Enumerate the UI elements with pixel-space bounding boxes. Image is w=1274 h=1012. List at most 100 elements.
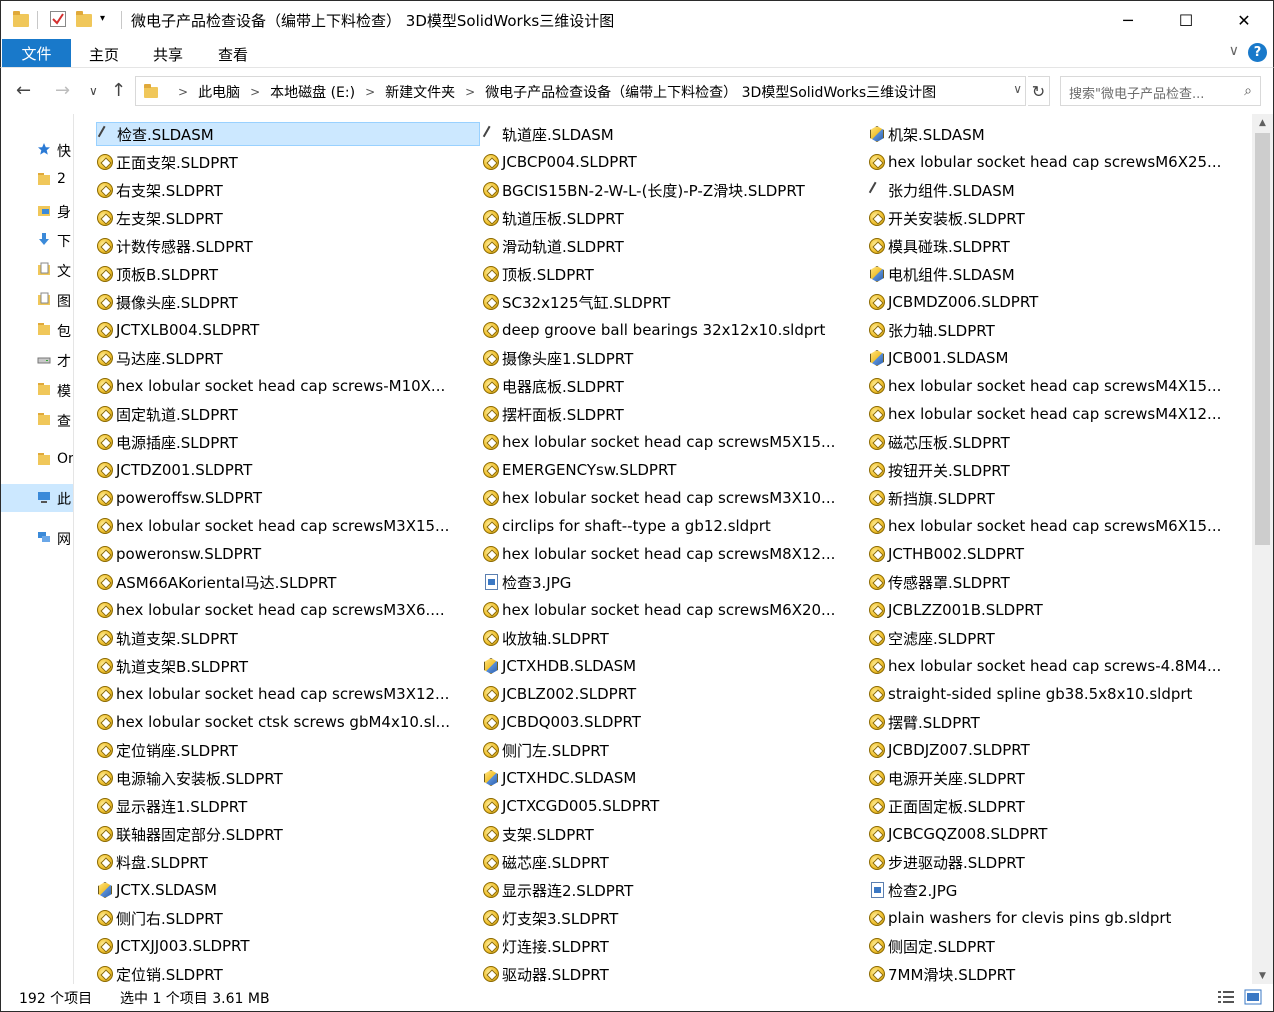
file-item[interactable]: 轨道支架.SLDPRT [96, 626, 238, 650]
file-item[interactable]: JCBLZZ001B.SLDPRT [868, 598, 1043, 622]
file-item[interactable]: 电源输入安装板.SLDPRT [96, 766, 283, 790]
file-item[interactable]: 灯连接.SLDPRT [482, 934, 609, 958]
search-input[interactable]: 搜索"微电子产品检查... ⌕ [1060, 76, 1261, 106]
sidebar-item[interactable]: 文 [1, 256, 73, 284]
file-item[interactable]: 固定轨道.SLDPRT [96, 402, 238, 426]
maximize-button[interactable]: ☐ [1157, 1, 1215, 39]
tab-view[interactable]: 查看 [218, 44, 248, 65]
sidebar-item[interactable]: 下 [1, 226, 73, 254]
file-item[interactable]: 摄像头座.SLDPRT [96, 290, 238, 314]
file-item[interactable]: 张力轴.SLDPRT [868, 318, 995, 342]
file-item[interactable]: hex lobular socket head cap screwsM3X15.… [96, 514, 449, 538]
file-item[interactable]: 磁芯座.SLDPRT [482, 850, 609, 874]
file-item[interactable]: JCBCP004.SLDPRT [482, 150, 637, 174]
file-item[interactable]: 马达座.SLDPRT [96, 346, 223, 370]
file-item[interactable]: 侧门右.SLDPRT [96, 906, 223, 930]
file-item[interactable]: 顶板.SLDPRT [482, 262, 594, 286]
file-item[interactable]: 张力组件.SLDASM [868, 178, 1015, 202]
help-icon[interactable]: ? [1248, 43, 1267, 62]
expand-ribbon-icon[interactable]: ∨ [1229, 43, 1239, 59]
file-item[interactable]: 滑动轨道.SLDPRT [482, 234, 624, 258]
breadcrumb-drive-e[interactable]: 本地磁盘 (E:) [270, 82, 355, 102]
chevron-right-icon[interactable]: > [465, 85, 475, 99]
file-item[interactable]: hex lobular socket head cap screwsM4X15.… [868, 374, 1221, 398]
file-item[interactable]: EMERGENCYsw.SLDPRT [482, 458, 676, 482]
file-item[interactable]: 右支架.SLDPRT [96, 178, 223, 202]
file-item[interactable]: hex lobular socket head cap screwsM3X12.… [96, 682, 449, 706]
file-item[interactable]: 开关安装板.SLDPRT [868, 206, 1025, 230]
file-item[interactable]: poweronsw.SLDPRT [96, 542, 261, 566]
file-item[interactable]: 摆杆面板.SLDPRT [482, 402, 624, 426]
sidebar-item[interactable]: 包 [1, 316, 73, 344]
file-item[interactable]: 传感器罩.SLDPRT [868, 570, 1010, 594]
chevron-right-icon[interactable]: > [365, 85, 375, 99]
file-item[interactable]: deep groove ball bearings 32x12x10.sldpr… [482, 318, 825, 342]
file-item[interactable]: JCTX.SLDASM [96, 878, 217, 902]
file-item[interactable]: 摆臂.SLDPRT [868, 710, 980, 734]
file-item[interactable]: straight-sided spline gb38.5x8x10.sldprt [868, 682, 1192, 706]
file-item[interactable]: 机架.SLDASM [868, 122, 985, 146]
file-item[interactable]: hex lobular socket head cap screwsM3X6..… [96, 598, 445, 622]
file-item[interactable]: circlips for shaft--type a gb12.sldprt [482, 514, 771, 538]
scroll-thumb[interactable] [1255, 133, 1270, 545]
breadcrumb-new-folder[interactable]: 新建文件夹 [385, 82, 455, 102]
file-item[interactable]: 左支架.SLDPRT [96, 206, 223, 230]
address-bar[interactable]: > 此电脑 > 本地磁盘 (E:) > 新建文件夹 > 微电子产品检查设备（编带… [135, 76, 1026, 106]
file-item[interactable]: 顶板B.SLDPRT [96, 262, 218, 286]
file-item[interactable]: 定位销座.SLDPRT [96, 738, 238, 762]
sidebar-item[interactable]: 身 [1, 197, 73, 225]
customize-toolbar-icon[interactable]: ▾ [100, 13, 116, 29]
file-item[interactable]: JCTXCGD005.SLDPRT [482, 794, 659, 818]
details-view-icon[interactable] [1217, 989, 1235, 1005]
breadcrumb-current-folder[interactable]: 微电子产品检查设备（编带上下料检查） 3D模型SolidWorks三维设计图 [485, 82, 936, 102]
sidebar-item[interactable]: 查 [1, 406, 73, 434]
properties-icon[interactable] [50, 11, 66, 27]
file-item[interactable]: 新挡旗.SLDPRT [868, 486, 995, 510]
large-icons-view-icon[interactable] [1244, 989, 1262, 1005]
scroll-down-icon[interactable]: ▼ [1252, 967, 1273, 984]
file-item[interactable]: hex lobular socket head cap screwsM4X12.… [868, 402, 1221, 426]
file-item[interactable]: hex lobular socket ctsk screws gbM4x10.s… [96, 710, 450, 734]
file-item[interactable]: 7MM滑块.SLDPRT [868, 962, 1015, 984]
file-item[interactable]: 计数传感器.SLDPRT [96, 234, 253, 258]
file-item[interactable]: JCBLZ002.SLDPRT [482, 682, 636, 706]
new-folder-icon[interactable] [76, 11, 92, 27]
chevron-down-icon[interactable]: ∨ [1013, 82, 1022, 96]
file-item[interactable]: hex lobular socket head cap screwsM5X15.… [482, 430, 835, 454]
sidebar-item[interactable]: 2 [1, 166, 73, 194]
file-item[interactable]: JCBMDZ006.SLDPRT [868, 290, 1038, 314]
sidebar-item[interactable]: 快 [1, 136, 73, 164]
tab-home[interactable]: 主页 [89, 44, 119, 65]
sidebar-item[interactable]: 网 [1, 524, 73, 552]
sidebar-item[interactable]: 此 [1, 484, 73, 512]
file-item[interactable]: JCTXHDB.SLDASM [482, 654, 636, 678]
file-item[interactable]: 检查3.JPG [482, 570, 571, 594]
file-item[interactable]: JCTXLB004.SLDPRT [96, 318, 259, 342]
file-item[interactable]: 电器底板.SLDPRT [482, 374, 624, 398]
tab-share[interactable]: 共享 [153, 44, 183, 65]
file-item[interactable]: JCTXHDC.SLDASM [482, 766, 636, 790]
file-item[interactable]: JCB001.SLDASM [868, 346, 1008, 370]
file-item[interactable]: 正面固定板.SLDPRT [868, 794, 1025, 818]
file-item[interactable]: 联轴器固定部分.SLDPRT [96, 822, 283, 846]
file-item[interactable]: 检查.SLDASM [96, 122, 480, 146]
chevron-right-icon[interactable]: > [178, 85, 188, 99]
file-item[interactable]: 电机组件.SLDASM [868, 262, 1015, 286]
file-item[interactable]: 空滤座.SLDPRT [868, 626, 995, 650]
file-item[interactable]: JCBCGQZ008.SLDPRT [868, 822, 1047, 846]
file-item[interactable]: 侧固定.SLDPRT [868, 934, 995, 958]
file-item[interactable]: 收放轴.SLDPRT [482, 626, 609, 650]
file-item[interactable]: hex lobular socket head cap screwsM8X12.… [482, 542, 835, 566]
file-item[interactable]: JCTXJJ003.SLDPRT [96, 934, 250, 958]
file-item[interactable]: JCBDQ003.SLDPRT [482, 710, 641, 734]
breadcrumb-this-pc[interactable]: 此电脑 [198, 82, 240, 102]
up-button[interactable]: ↑ [111, 80, 126, 101]
scroll-up-icon[interactable]: ▲ [1252, 114, 1273, 131]
sidebar-item[interactable]: 模 [1, 376, 73, 404]
close-button[interactable]: ✕ [1215, 1, 1273, 39]
forward-button[interactable]: → [55, 80, 70, 101]
file-item[interactable]: poweroffsw.SLDPRT [96, 486, 262, 510]
file-item[interactable]: 灯支架3.SLDPRT [482, 906, 618, 930]
file-item[interactable]: 显示器连1.SLDPRT [96, 794, 247, 818]
file-item[interactable]: 轨道压板.SLDPRT [482, 206, 624, 230]
